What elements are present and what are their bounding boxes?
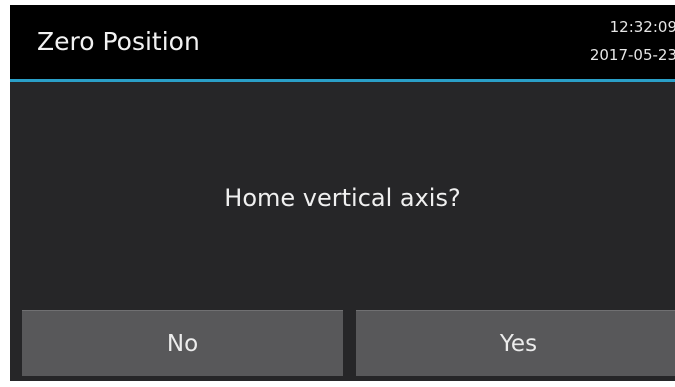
no-button-label: No <box>166 330 199 357</box>
header-bar: Zero Position 12:32:09 2017-05-23 <box>10 5 675 79</box>
header-divider <box>10 79 675 82</box>
no-button[interactable]: No <box>22 310 343 376</box>
clock-time: 12:32:09 <box>609 18 675 36</box>
clock: 12:32:09 2017-05-23 <box>590 13 675 69</box>
confirm-message: Home vertical axis? <box>224 184 461 212</box>
yes-button-label: Yes <box>499 330 538 357</box>
screen: Zero Position 12:32:09 2017-05-23 Home v… <box>10 5 675 381</box>
page-title: Zero Position <box>37 27 200 56</box>
clock-date: 2017-05-23 <box>589 46 675 64</box>
yes-button[interactable]: Yes <box>356 310 675 376</box>
